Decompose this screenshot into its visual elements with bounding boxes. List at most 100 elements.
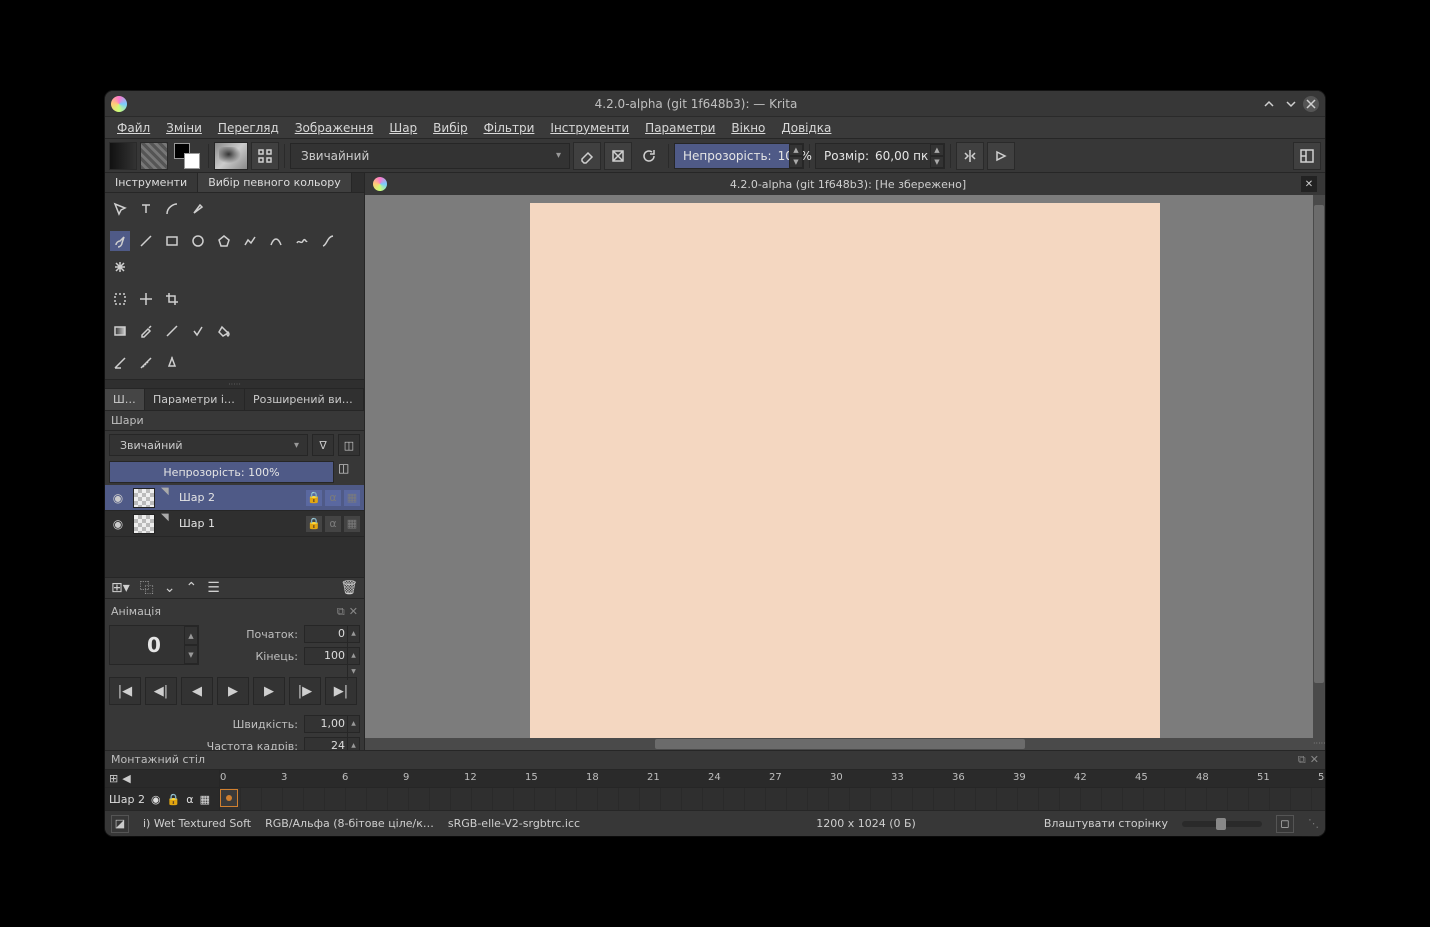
next-frame-button[interactable]: ▶: [253, 677, 285, 705]
alpha-lock-button[interactable]: [604, 142, 632, 170]
tool-edit-shapes[interactable]: [162, 199, 182, 219]
prev-keyframe-button[interactable]: ◀|: [145, 677, 177, 705]
tool-move[interactable]: [110, 289, 130, 309]
viewport[interactable]: ·····: [365, 195, 1325, 750]
track-alpha-icon[interactable]: α: [186, 793, 193, 806]
keyframe[interactable]: [220, 789, 238, 807]
close-button[interactable]: [1303, 96, 1319, 112]
anim-close-icon[interactable]: ✕: [349, 605, 358, 619]
start-input[interactable]: 0▲▼: [304, 625, 360, 643]
dock-tab-color[interactable]: Вибір певного кольору: [198, 173, 352, 192]
tool-polyline[interactable]: [240, 231, 260, 251]
layer-settings-button[interactable]: ☰: [207, 580, 220, 596]
tool-multibrush[interactable]: [110, 257, 130, 277]
timeline-play-button[interactable]: ◀: [122, 772, 130, 785]
menu-settings[interactable]: Параметри: [637, 119, 723, 137]
tool-line[interactable]: [136, 231, 156, 251]
play-button[interactable]: ▶: [217, 677, 249, 705]
goto-end-button[interactable]: ▶|: [325, 677, 357, 705]
canvas-document[interactable]: [530, 203, 1160, 743]
tool-bezier[interactable]: [266, 231, 286, 251]
visibility-icon[interactable]: ◉: [109, 517, 127, 531]
lock-icon[interactable]: 🔒: [306, 516, 322, 532]
document-close-button[interactable]: ✕: [1301, 176, 1317, 192]
menu-image[interactable]: Зображення: [287, 119, 382, 137]
next-keyframe-button[interactable]: |▶: [289, 677, 321, 705]
dock-tab-tools[interactable]: Інструменти: [105, 173, 198, 192]
menu-tools[interactable]: Інструменти: [542, 119, 637, 137]
resize-grip[interactable]: ·····: [1313, 738, 1325, 750]
goto-start-button[interactable]: |◀: [109, 677, 141, 705]
brush-size-slider[interactable]: Розмір: 60,00 пк ▲▼: [815, 143, 945, 169]
delete-layer-button[interactable]: 🗑: [340, 580, 358, 596]
tool-gradient[interactable]: [110, 321, 130, 341]
tool-ellipse[interactable]: [188, 231, 208, 251]
menu-edit[interactable]: Зміни: [158, 119, 210, 137]
tool-dynamic-brush[interactable]: [318, 231, 338, 251]
brush-settings-button[interactable]: [251, 142, 279, 170]
prev-frame-button[interactable]: ◀: [181, 677, 213, 705]
layer-blend-combo[interactable]: Звичайний▾: [109, 434, 308, 456]
tool-freehand-path[interactable]: [292, 231, 312, 251]
menu-file[interactable]: Файл: [109, 119, 158, 137]
layer-name[interactable]: Шар 1: [179, 517, 300, 530]
tool-transform2[interactable]: [136, 289, 156, 309]
tool-crop[interactable]: [162, 289, 182, 309]
anim-float-icon[interactable]: ⧉: [337, 605, 345, 619]
duplicate-layer-button[interactable]: ⿻: [140, 578, 154, 598]
tool-rectangle[interactable]: [162, 231, 182, 251]
end-input[interactable]: 100▲▼: [304, 647, 360, 665]
layer-filter-button[interactable]: ∇: [312, 434, 334, 456]
menu-filters[interactable]: Фільтри: [476, 119, 543, 137]
timeline-cells[interactable]: [220, 788, 1325, 810]
track-visibility-icon[interactable]: ◉: [151, 793, 161, 806]
gradient-preset-button[interactable]: [109, 142, 137, 170]
track-lock-icon[interactable]: 🔒: [167, 793, 181, 806]
lock-icon[interactable]: 🔒: [306, 490, 322, 506]
layer-row[interactable]: ◉ ◥ Шар 1 🔒 α ▦: [105, 511, 364, 537]
tool-fill[interactable]: [214, 321, 234, 341]
tool-measure[interactable]: [136, 353, 156, 373]
tool-brush[interactable]: [110, 231, 130, 251]
layer-opacity-slider[interactable]: Непрозорість: 100%: [109, 461, 334, 483]
brush-preset-button[interactable]: [214, 142, 248, 170]
track-onion-icon[interactable]: ▦: [200, 793, 210, 806]
alpha-icon[interactable]: α: [325, 516, 341, 532]
layer-row[interactable]: ◉ ◥ Шар 2 🔒 α ▦: [105, 485, 364, 511]
alpha-icon[interactable]: α: [325, 490, 341, 506]
tool-color-picker[interactable]: [136, 321, 156, 341]
tool-smart-patch[interactable]: [188, 321, 208, 341]
tool-reference[interactable]: [162, 353, 182, 373]
pattern-preset-button[interactable]: [140, 142, 168, 170]
timeline-add-button[interactable]: ⊞: [109, 772, 118, 785]
layer-name[interactable]: Шар 2: [179, 491, 300, 504]
inherit-alpha-icon[interactable]: ▦: [344, 490, 360, 506]
tool-polygon[interactable]: [214, 231, 234, 251]
dock-resize-handle[interactable]: ·····: [105, 379, 364, 389]
frame-counter[interactable]: 0 ▲▼: [109, 625, 199, 665]
workspace-button[interactable]: [1293, 142, 1321, 170]
menu-view[interactable]: Перегляд: [210, 119, 287, 137]
reload-preset-button[interactable]: [635, 142, 663, 170]
timeline-float-icon[interactable]: ⧉: [1298, 753, 1306, 767]
menu-layer[interactable]: Шар: [381, 119, 425, 137]
fps-input[interactable]: 24▲▼: [304, 737, 360, 750]
timeline-ruler[interactable]: ⊞ ◀ 0369121518212427303336394245485154: [105, 770, 1325, 788]
resize-grip-icon[interactable]: ⋱: [1308, 817, 1319, 830]
horizontal-scrollbar[interactable]: [365, 738, 1313, 750]
tool-transform[interactable]: [110, 199, 130, 219]
color-swatch[interactable]: [173, 142, 201, 170]
minimize-button[interactable]: [1259, 94, 1279, 114]
selection-mode-icon[interactable]: ◪: [111, 815, 129, 833]
tool-text[interactable]: [136, 199, 156, 219]
opacity-slider[interactable]: Непрозорість: 100% ▲▼: [674, 143, 804, 169]
subtab-tool-options[interactable]: Параметри інстру…: [145, 389, 245, 410]
menu-window[interactable]: Вікно: [723, 119, 773, 137]
maximize-button[interactable]: [1281, 94, 1301, 114]
tool-calligraphy[interactable]: [188, 199, 208, 219]
vertical-scrollbar[interactable]: [1313, 195, 1325, 738]
timeline-track-label[interactable]: Шар 2 ◉ 🔒 α ▦: [105, 788, 220, 810]
speed-input[interactable]: 1,00▲▼: [304, 715, 360, 733]
eraser-mode-button[interactable]: [573, 142, 601, 170]
mirror-vertical-button[interactable]: [987, 142, 1015, 170]
